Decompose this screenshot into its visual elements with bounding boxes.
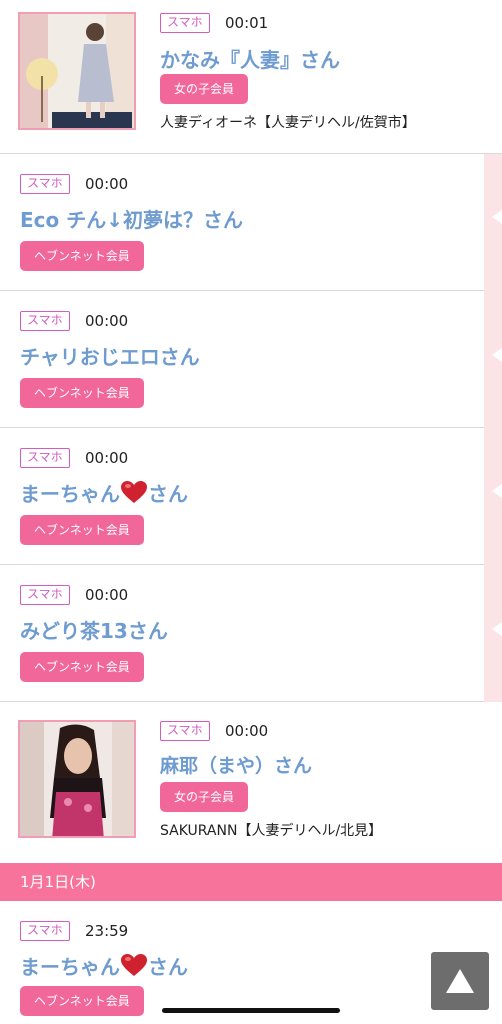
device-tag: スマホ [20,174,70,194]
list-item[interactable]: スマホ 00:00 麻耶（まや）さん 女の子会員 SAKURANN【人妻デリヘル… [0,702,502,863]
device-tag: スマホ [160,721,210,741]
post-time: 00:00 [85,586,129,604]
post-time: 00:00 [85,175,129,193]
scroll-top-button[interactable] [431,952,489,1010]
device-tag: スマホ [20,311,70,331]
avatar-photo[interactable] [18,12,136,130]
member-badge: ヘブンネット会員 [20,986,144,1016]
strip-notch [492,210,502,224]
user-name-link[interactable]: Eco チん↓初夢は？さん [20,204,243,233]
device-tag: スマホ [160,13,210,33]
woman-photo-icon [20,14,134,128]
date-header: 1月1日(木) [0,863,502,901]
heart-icon [121,481,147,503]
strip-notch [492,622,502,636]
list-item[interactable]: スマホ 00:00 Eco チん↓初夢は？さん ヘブンネット会員 [0,154,484,291]
user-name-text: まーちゃん [20,482,120,506]
post-time: 00:00 [225,722,269,740]
member-badge: ヘブンネット会員 [20,515,144,545]
user-name-link[interactable]: 麻耶（まや）さん [160,751,312,778]
user-name-text: まーちゃん [20,955,120,979]
list-item[interactable]: スマホ 00:00 チャリおじエロさん ヘブンネット会員 [0,291,484,428]
post-time: 00:00 [85,312,129,330]
device-tag: スマホ [20,921,70,941]
user-name-link[interactable]: まーちゃん さん [20,478,188,507]
triangle-up-icon [446,969,474,993]
user-name-link[interactable]: みどり茶13さん [20,615,168,644]
avatar-photo[interactable] [18,720,136,838]
member-badge: 女の子会員 [160,74,249,104]
user-name-link[interactable]: かなみ『人妻』さん [160,44,340,73]
user-name-link[interactable]: チャリおじエロさん [20,341,200,370]
home-indicator [162,1008,340,1013]
device-tag: スマホ [20,448,70,468]
shop-link[interactable]: 人妻ディオーネ【人妻デリヘル/佐賀市】 [160,112,416,132]
list-item[interactable]: スマホ 00:00 まーちゃん さん ヘブンネット会員 [0,428,484,565]
user-name-suffix: さん [148,955,188,979]
user-name-suffix: さん [148,482,188,506]
post-time: 00:01 [225,14,269,32]
device-tag: スマホ [20,585,70,605]
member-badge: ヘブンネット会員 [20,652,144,682]
strip-notch [492,348,502,362]
user-name-link[interactable]: まーちゃん さん [20,951,188,980]
side-strip [484,152,502,702]
list-item[interactable]: スマホ 00:01 かなみ『人妻』さん 女の子会員 人妻ディオーネ【人妻デリヘル… [0,0,502,154]
member-badge: ヘブンネット会員 [20,378,144,408]
woman-photo-icon [20,722,134,836]
shop-link[interactable]: SAKURANN【人妻デリヘル/北見】 [160,820,382,840]
post-time: 00:00 [85,449,129,467]
strip-notch [492,484,502,498]
post-time: 23:59 [85,922,129,940]
member-badge: 女の子会員 [160,782,249,812]
member-badge: ヘブンネット会員 [20,241,144,271]
heart-icon [121,954,147,976]
list-item[interactable]: スマホ 23:59 まーちゃん さん ヘブンネット会員 [0,902,502,1024]
list-item[interactable]: スマホ 00:00 みどり茶13さん ヘブンネット会員 [0,565,484,702]
